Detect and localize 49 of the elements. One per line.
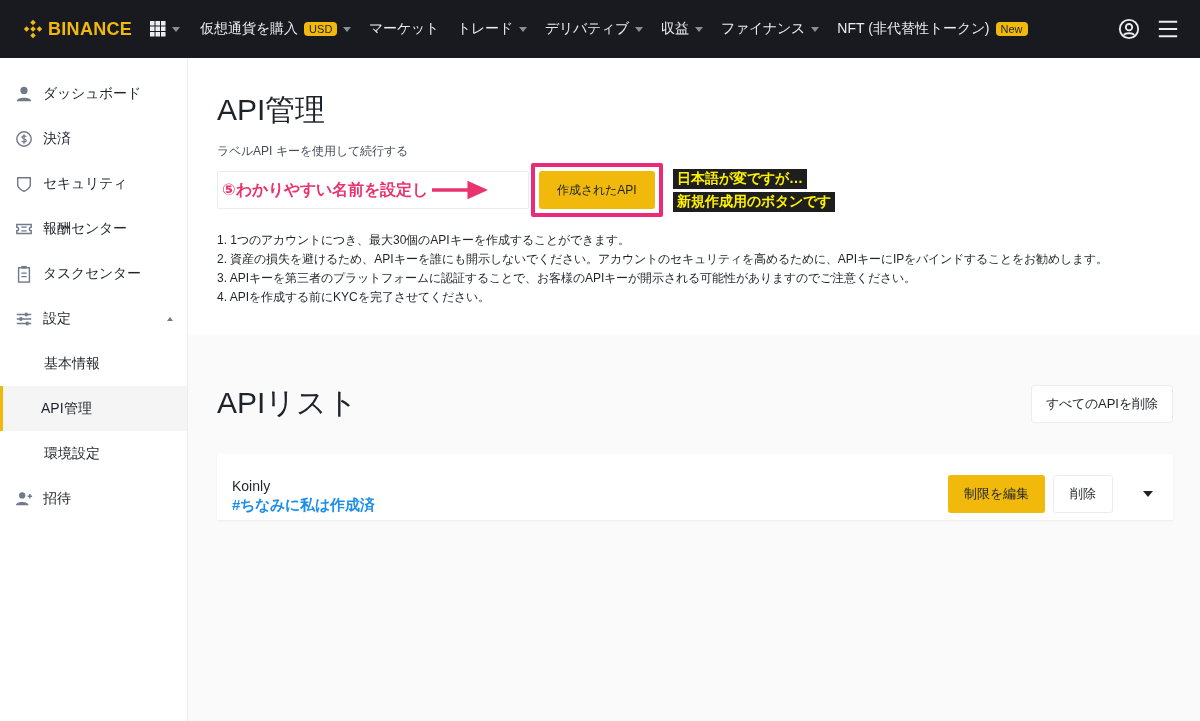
user-icon[interactable] <box>1118 18 1140 40</box>
delete-button[interactable]: 削除 <box>1053 475 1113 513</box>
create-api-button[interactable]: 作成されたAPI <box>539 171 655 209</box>
dollar-icon <box>15 129 33 148</box>
apps-grid-icon[interactable] <box>150 21 167 37</box>
nav-link[interactable]: 仮想通貨を購入 <box>200 20 299 38</box>
note-text: 3. APIキーを第三者のプラットフォームに認証することで、お客様のAPIキーが開示される可能性がありますのでご注意ください。 <box>217 270 918 287</box>
person-icon <box>15 84 33 103</box>
nav-link[interactable]: ファイナンス <box>721 20 806 38</box>
sidebar-item[interactable]: 決済 <box>0 116 187 161</box>
api-name: Koinly <box>232 477 272 494</box>
note-text: 1. 1つのアカウントにつき、最大30個のAPIキーを作成することができます。 <box>217 232 631 249</box>
note-text: 2. 資産の損失を避けるため、APIキーを誰にも開示しないでください。アカウントのセキュリティを高めるために、APIキーにIPをバインドすることをお勧めします。 <box>217 251 1110 268</box>
logo-text: BINANCE <box>48 18 133 40</box>
section-title: APIリスト <box>217 385 359 421</box>
sidebar-subitem[interactable]: 環境設定 <box>0 431 187 476</box>
api-label-field[interactable]: ⑤わかりやすい名前を設定し <box>217 171 529 209</box>
sidebar-subitem[interactable]: 基本情報 <box>0 341 187 386</box>
nav-link[interactable]: トレード <box>457 20 514 38</box>
nav-link[interactable]: デリバティブ <box>545 20 630 38</box>
sidebar-item[interactable]: 設定 <box>0 296 187 341</box>
sidebar-subitem[interactable]: API管理 <box>0 386 187 431</box>
nav-link[interactable]: 収益 <box>661 20 690 38</box>
clipboard-icon <box>15 264 33 283</box>
page-title: API管理 <box>217 92 327 128</box>
sidebar-item[interactable]: タスクセンター <box>0 251 187 296</box>
field-label: ラベルAPI キーを使用して続行する <box>217 143 409 160</box>
annotation-arrow <box>431 178 488 202</box>
nav-badge: USD <box>304 22 338 36</box>
sidebar-item[interactable]: ダッシュボード <box>0 71 187 116</box>
sidebar-item[interactable]: 報酬センター <box>0 206 187 251</box>
note-text: 4. APIを作成する前にKYCを完了させてください。 <box>217 289 491 306</box>
delete-all-button[interactable]: すべてのAPIを削除 <box>1031 384 1173 423</box>
annotation-text: ⑤わかりやすい名前を設定し <box>222 179 428 200</box>
menu-icon[interactable] <box>1156 18 1180 40</box>
nav-link[interactable]: マーケット <box>369 20 440 38</box>
nav-link[interactable]: NFT (非代替性トークン) <box>837 20 990 38</box>
nav-badge: New <box>995 22 1028 36</box>
annotation-text: 日本語が変ですが… <box>673 168 807 189</box>
annotation-text: #ちなみに私は作成済 <box>232 495 377 515</box>
sidebar-item[interactable]: 招待 <box>0 476 187 521</box>
person-add-icon <box>15 489 33 508</box>
caret-icon[interactable] <box>1143 491 1153 497</box>
edit-button[interactable]: 制限を編集 <box>948 475 1045 513</box>
annotation-text: 新規作成用のボタンです <box>673 191 835 212</box>
logo[interactable]: BINANCE <box>22 18 133 40</box>
sidebar-item[interactable]: セキュリティ <box>0 161 187 206</box>
diamond-logo-icon <box>22 18 44 40</box>
shield-icon <box>15 174 33 193</box>
